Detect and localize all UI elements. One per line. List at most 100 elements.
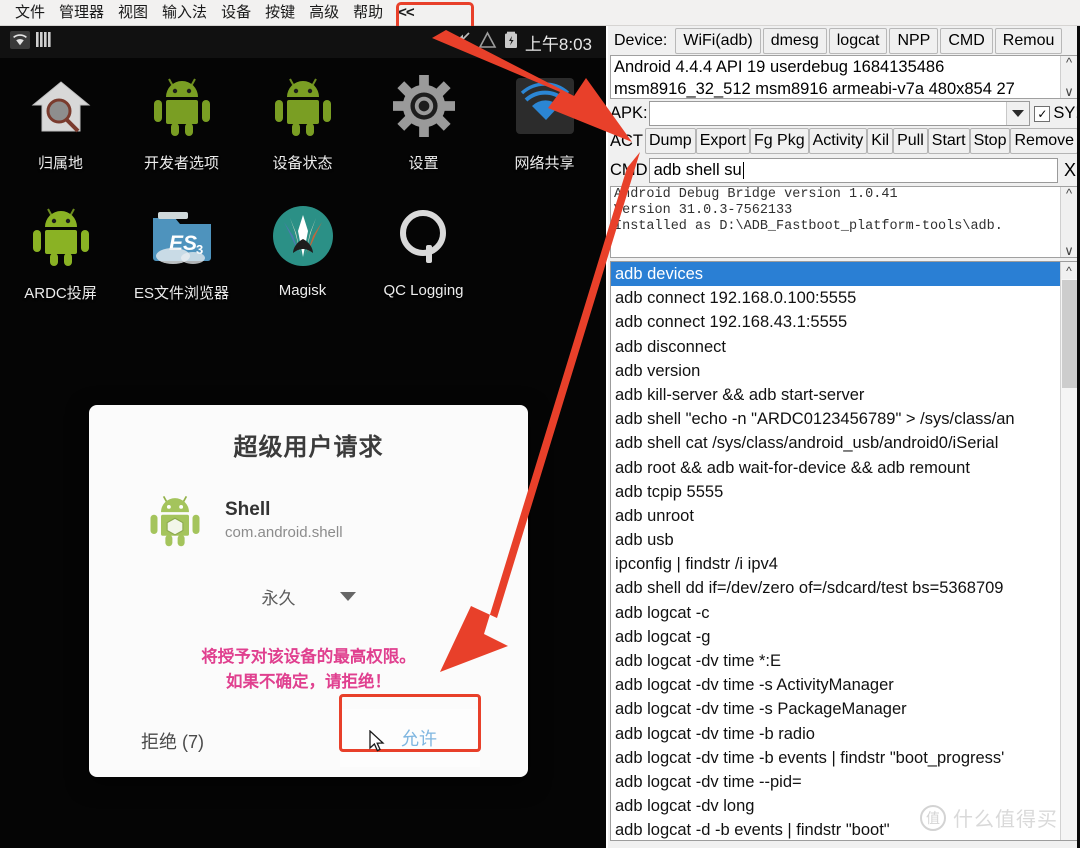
- command-list-item[interactable]: adb logcat -dv long: [611, 794, 1060, 818]
- command-list-item[interactable]: adb logcat -dv time -b events | findstr …: [611, 746, 1060, 770]
- menu-item-advanced[interactable]: 高级: [302, 2, 346, 24]
- es-folder-icon: ES 3: [146, 200, 218, 272]
- app-icon-guishudi[interactable]: 归属地: [0, 64, 121, 194]
- app-icon-es-explorer[interactable]: ES 3 ES文件浏览器: [121, 194, 242, 324]
- cmd-label: CMD: [610, 160, 648, 179]
- tab-remount[interactable]: Remou: [994, 28, 1063, 54]
- tab-dmesg[interactable]: dmesg: [762, 28, 827, 54]
- status-bar-clock: 上午8:03: [524, 34, 592, 54]
- chevron-up-icon[interactable]: ^: [1061, 262, 1077, 279]
- dump-button[interactable]: Dump: [645, 128, 696, 154]
- dialog-app-package: com.android.shell: [225, 524, 343, 541]
- dialog-app-name: Shell: [225, 499, 271, 520]
- fg-pkg-button[interactable]: Fg Pkg: [749, 128, 809, 154]
- chevron-down-icon[interactable]: ∨: [1064, 85, 1074, 98]
- command-list-item[interactable]: adb version: [611, 359, 1060, 383]
- collapse-panel-button[interactable]: <<: [390, 2, 424, 23]
- scrollbar-thumb[interactable]: [1062, 280, 1077, 388]
- command-list-item[interactable]: adb shell cat /sys/class/android_usb/and…: [611, 431, 1060, 455]
- command-list-item[interactable]: adb shell "echo -n "ARDC0123456789" > /s…: [611, 407, 1060, 431]
- adb-log-output[interactable]: Android Debug Bridge version 1.0.41 Vers…: [610, 186, 1078, 258]
- menu-item-manager[interactable]: 管理器: [52, 2, 111, 24]
- allow-button[interactable]: 允许: [340, 709, 480, 767]
- superuser-request-dialog: 超级用户请求 Shell com.android.shell 永久 将授予对该设…: [89, 405, 528, 777]
- command-list-item[interactable]: ipconfig | findstr /i ipv4: [611, 552, 1060, 576]
- qualcomm-q-icon: [388, 200, 460, 272]
- command-list-item[interactable]: adb logcat -d -b events | findstr "boot": [611, 818, 1060, 840]
- export-button[interactable]: Export: [695, 128, 750, 154]
- command-list-scrollbar[interactable]: ^: [1060, 262, 1077, 840]
- app-label: 设置: [408, 155, 439, 172]
- pull-button[interactable]: Pull: [893, 128, 928, 154]
- dialog-actions: 拒绝 (7) 允许: [89, 705, 528, 777]
- command-list-item[interactable]: adb connect 192.168.43.1:5555: [611, 310, 1060, 334]
- command-list-item[interactable]: adb root && adb wait-for-device && adb r…: [611, 456, 1060, 480]
- command-list-item[interactable]: adb connect 192.168.0.100:5555: [611, 286, 1060, 310]
- cmd-input[interactable]: adb shell su: [648, 157, 1058, 183]
- command-list-item[interactable]: adb logcat -dv time --pid=: [611, 770, 1060, 794]
- log-output-scrollbar[interactable]: ^ ∨: [1060, 187, 1077, 257]
- app-icon-settings[interactable]: 设置: [363, 64, 484, 194]
- sys-checkbox-label: SY!: [1053, 104, 1080, 122]
- apk-combobox[interactable]: [648, 101, 1031, 126]
- warning-line-2: 如果不确定，请拒绝！: [226, 673, 391, 691]
- menu-item-file[interactable]: 文件: [8, 2, 52, 24]
- log-line: Version 31.0.3-7562133: [614, 203, 793, 218]
- command-list[interactable]: adb devices adb connect 192.168.0.100:555…: [610, 261, 1078, 841]
- command-list-item[interactable]: adb logcat -g: [611, 625, 1060, 649]
- command-list-item[interactable]: adb kill-server && adb start-server: [611, 383, 1060, 407]
- command-list-item[interactable]: adb logcat -dv time -b radio: [611, 722, 1060, 746]
- menu-item-help[interactable]: 帮助: [346, 2, 390, 24]
- chevron-down-icon[interactable]: ∨: [1064, 244, 1074, 257]
- device-info-scrollbar[interactable]: ^ ∨: [1060, 56, 1077, 98]
- kill-button[interactable]: Kil: [867, 128, 894, 154]
- android-robot-icon: [147, 492, 203, 548]
- command-list-item[interactable]: adb shell dd if=/dev/zero of=/sdcard/tes…: [611, 576, 1060, 600]
- chevron-up-icon[interactable]: ^: [1066, 187, 1072, 200]
- app-icon-network-share[interactable]: 网络共享: [484, 64, 605, 194]
- stop-button[interactable]: Stop: [969, 128, 1011, 154]
- sys-checkbox[interactable]: ✓ SY!: [1034, 104, 1080, 123]
- command-list-item[interactable]: adb disconnect: [611, 335, 1060, 359]
- remove-button[interactable]: Remove: [1010, 128, 1079, 154]
- activity-button[interactable]: Activity: [808, 128, 868, 154]
- start-button[interactable]: Start: [927, 128, 970, 154]
- menu-item-keys[interactable]: 按键: [258, 2, 302, 24]
- android-robot-icon: [25, 200, 97, 272]
- command-list-item[interactable]: adb logcat -c: [611, 601, 1060, 625]
- tab-wifi-adb[interactable]: WiFi(adb): [675, 28, 761, 54]
- chevron-up-icon[interactable]: ^: [1066, 56, 1072, 69]
- app-icon-ardc[interactable]: ARDC投屏: [0, 194, 121, 324]
- app-icon-developer-options[interactable]: 开发者选项: [121, 64, 242, 194]
- cmd-row: CMD adb shell su X: [608, 156, 1080, 184]
- command-list-item[interactable]: adb devices: [611, 262, 1060, 287]
- app-label: ARDC投屏: [24, 285, 97, 302]
- app-icon-device-status[interactable]: 设备状态: [242, 64, 363, 194]
- app-icon-magisk[interactable]: Magisk: [242, 194, 363, 324]
- menu-item-input-method[interactable]: 输入法: [155, 2, 214, 24]
- magisk-mask-icon: [267, 200, 339, 272]
- deny-button[interactable]: 拒绝 (7): [141, 728, 204, 754]
- duration-dropdown[interactable]: 永久: [89, 584, 528, 609]
- app-row: 归属地 开发者选项 设备状态 设置 网络共享: [0, 64, 606, 194]
- tab-logcat[interactable]: logcat: [828, 28, 888, 54]
- command-list-item[interactable]: adb logcat -dv time -s PackageManager: [611, 697, 1060, 721]
- command-list-item[interactable]: adb logcat -dv time -s ActivityManager: [611, 673, 1060, 697]
- command-list-item[interactable]: adb unroot: [611, 504, 1060, 528]
- tab-cmd[interactable]: CMD: [940, 28, 993, 54]
- act-button-row: ACT Dump Export Fg Pkg Activity Kil Pull…: [608, 128, 1080, 154]
- command-list-item[interactable]: adb usb: [611, 528, 1060, 552]
- tab-npp[interactable]: NPP: [889, 28, 939, 54]
- command-list-item[interactable]: adb logcat -dv time *:E: [611, 649, 1060, 673]
- app-icon-qc-logging[interactable]: QC Logging: [363, 194, 484, 324]
- menu-item-view[interactable]: 视图: [111, 2, 155, 24]
- checkbox-box[interactable]: ✓: [1034, 105, 1051, 122]
- command-list-item[interactable]: adb tcpip 5555: [611, 480, 1060, 504]
- network-share-icon: [509, 70, 581, 142]
- chevron-down-icon[interactable]: [1006, 102, 1030, 125]
- device-info-box[interactable]: Android 4.4.4 API 19 userdebug 168413548…: [610, 55, 1078, 99]
- menu-item-device[interactable]: 设备: [214, 2, 258, 24]
- android-screen-mirror[interactable]: 上午8:03 归属地 开发者选项 设备状态 设置 网络共享 ARDC投屏 ES …: [0, 26, 606, 848]
- android-robot-icon: [267, 70, 339, 142]
- log-line: Installed as D:\ADB_Fastboot_platform-to…: [614, 219, 1003, 234]
